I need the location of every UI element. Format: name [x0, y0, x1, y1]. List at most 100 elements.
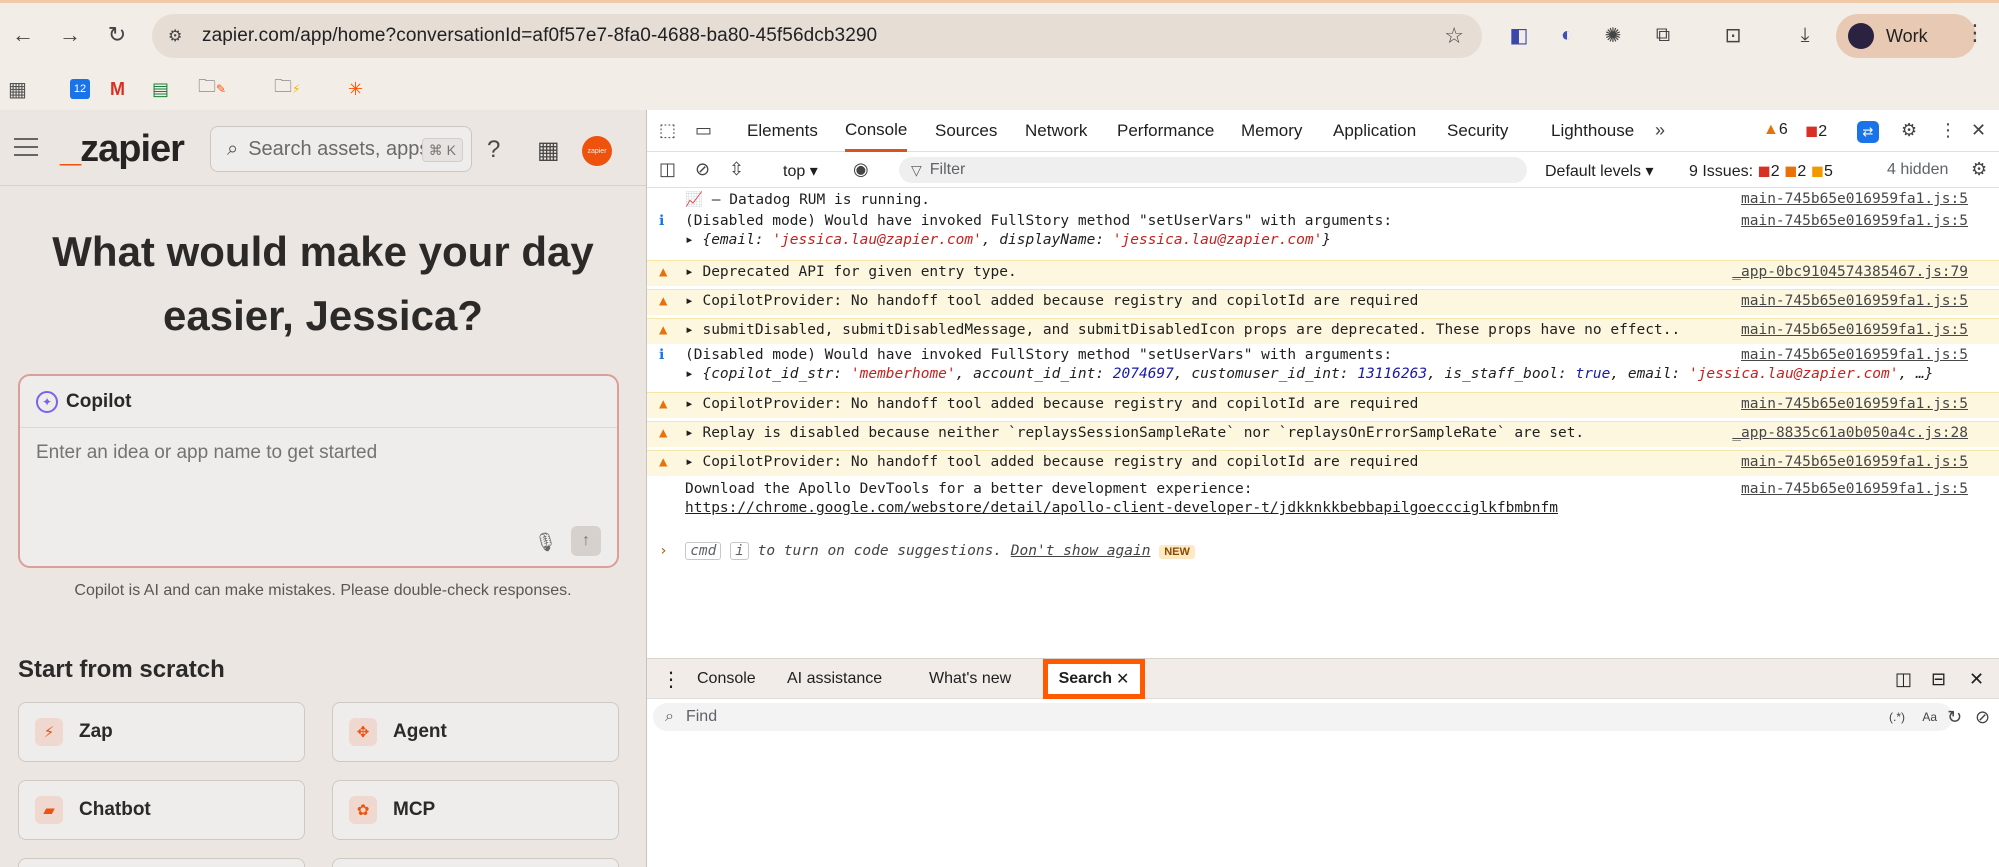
screen-capture-icon[interactable]: ⊡	[1718, 20, 1748, 50]
dock-bottom-icon[interactable]: ⊟	[1931, 659, 1946, 699]
browser-menu-icon[interactable]: ⋮	[1964, 20, 1986, 46]
source-link[interactable]: main-745b65e016959fa1.js:5	[1741, 293, 1968, 309]
apps-grid-icon[interactable]: ▦	[8, 74, 27, 104]
tab-application[interactable]: Application	[1333, 110, 1416, 152]
tab-console[interactable]: Console	[845, 110, 908, 152]
source-link[interactable]: main-745b65e016959fa1.js:5	[1741, 481, 1968, 497]
send-button[interactable]: ↑	[571, 526, 601, 556]
dock-side-icon[interactable]: ◫	[1895, 659, 1912, 699]
bookmark-star-icon[interactable]: ☆	[1444, 23, 1464, 49]
tile-zap[interactable]: ⚡ Zap	[18, 702, 305, 762]
dont-show-again-link[interactable]: Don't show again	[1011, 543, 1151, 559]
console-warning-row[interactable]: ▲ ▸ submitDisabled, submitDisabledMessag…	[647, 318, 1999, 344]
source-link[interactable]: main-745b65e016959fa1.js:5	[1741, 322, 1968, 338]
tile-partial[interactable]	[332, 858, 619, 867]
clear-console-icon[interactable]: ⊘	[695, 159, 710, 180]
source-link[interactable]: main-745b65e016959fa1.js:5	[1741, 396, 1968, 412]
url-text[interactable]: zapier.com/app/home?conversationId=af0f5…	[202, 25, 877, 47]
tab-performance[interactable]: Performance	[1117, 110, 1214, 152]
console-settings-icon[interactable]: ⚙	[1971, 159, 1987, 180]
folder-icon[interactable]: 🗀 ✎	[198, 74, 226, 104]
console-warning-row[interactable]: ▲ ▸ CopilotProvider: No handoff tool add…	[647, 289, 1999, 315]
close-drawer-icon[interactable]: ✕	[1969, 659, 1984, 699]
profile-button[interactable]: Work	[1836, 14, 1976, 58]
console-filter-input[interactable]: ▽ Filter	[899, 157, 1527, 183]
error-count[interactable]: ◼2	[1805, 121, 1827, 141]
drawer-tab-search[interactable]: Search ✕	[1043, 659, 1145, 699]
console-object[interactable]: ▸ {email: 'jessica.lau@zapier.com', disp…	[685, 232, 1331, 248]
warning-count[interactable]: ▲6	[1763, 121, 1788, 139]
tile-agent[interactable]: ✥ Agent	[332, 702, 619, 762]
live-expression-eye-icon[interactable]: ◉	[853, 159, 869, 180]
tab-elements[interactable]: Elements	[747, 110, 818, 152]
download-icon[interactable]: ⤓	[1790, 20, 1820, 50]
copilot-card[interactable]: ✦ Copilot Enter an idea or app name to g…	[18, 374, 619, 568]
group-similar-icon[interactable]: ⇳	[729, 159, 744, 180]
context-selector[interactable]: top ▾	[783, 161, 818, 181]
account-avatar[interactable]: zapier	[582, 136, 612, 166]
tab-network[interactable]: Network	[1025, 110, 1087, 152]
extension-gear-icon[interactable]: ✺	[1598, 20, 1628, 50]
clear-search-icon[interactable]: ⊘	[1975, 707, 1990, 728]
app-grid-plus-icon[interactable]: ▦	[537, 136, 560, 165]
extensions-puzzle-icon[interactable]: ⧉	[1648, 20, 1678, 50]
reload-icon[interactable]: ↻	[102, 20, 132, 50]
source-link[interactable]: main-745b65e016959fa1.js:5	[1741, 191, 1968, 207]
drawer-tab-console[interactable]: Console	[697, 659, 756, 699]
tab-memory[interactable]: Memory	[1241, 110, 1302, 152]
microphone-icon[interactable]: 🎙	[534, 532, 557, 553]
source-link[interactable]: main-745b65e016959fa1.js:5	[1741, 347, 1968, 363]
tab-security[interactable]: Security	[1447, 110, 1508, 152]
help-icon[interactable]: ?	[487, 136, 500, 164]
drawer-menu-icon[interactable]: ⋮	[661, 659, 681, 699]
drawer-tab-ai-assistance[interactable]: AI assistance	[787, 659, 882, 699]
issues-badge[interactable]: ⇄	[1857, 120, 1879, 143]
search-find-input[interactable]: ⌕ Find (.*) Aa	[653, 703, 1953, 731]
copilot-prompt-input[interactable]: Enter an idea or app name to get started	[36, 442, 377, 464]
gmail-icon[interactable]: M	[110, 74, 125, 104]
tab-sources[interactable]: Sources	[935, 110, 997, 152]
site-info-icon[interactable]: ⚙	[168, 26, 188, 46]
calendar-bookmark[interactable]: 12	[70, 74, 90, 104]
console-warning-row[interactable]: ▲ ▸ CopilotProvider: No handoff tool add…	[647, 392, 1999, 418]
folder-zap-icon[interactable]: 🗀 ⚡	[274, 74, 300, 104]
hamburger-menu-icon[interactable]	[14, 138, 38, 156]
back-icon[interactable]: ←	[8, 20, 38, 50]
tile-partial[interactable]	[18, 858, 305, 867]
console-warning-row[interactable]: ▲ ▸ CopilotProvider: No handoff tool add…	[647, 450, 1999, 476]
zapier-logo[interactable]: _zapier	[60, 128, 185, 171]
forward-icon[interactable]: →	[55, 20, 85, 50]
settings-gear-icon[interactable]: ⚙	[1901, 120, 1917, 141]
source-link[interactable]: main-745b65e016959fa1.js:5	[1741, 454, 1968, 470]
search-input[interactable]: ⌕ Search assets, apps ⌘ K	[210, 126, 472, 172]
obj-value: 'memberhome'	[850, 366, 956, 382]
tab-lighthouse[interactable]: Lighthouse	[1551, 110, 1634, 152]
apollo-devtools-link[interactable]: https://chrome.google.com/webstore/detai…	[685, 500, 1558, 516]
source-link[interactable]: main-745b65e016959fa1.js:5	[1741, 213, 1968, 229]
more-tabs-icon[interactable]: »	[1655, 120, 1665, 141]
asterisk-icon[interactable]: ✳	[348, 74, 363, 104]
address-bar[interactable]: ⚙ zapier.com/app/home?conversationId=af0…	[152, 14, 1482, 58]
console-object[interactable]: ▸ {copilot_id_str: 'memberhome', account…	[685, 366, 1933, 382]
source-link[interactable]: _app-0bc9104574385467.js:79	[1732, 264, 1968, 280]
sheets-icon[interactable]: ▤	[152, 74, 169, 104]
extension-icon[interactable]: ◧	[1504, 20, 1534, 50]
tile-mcp[interactable]: ✿ MCP	[332, 780, 619, 840]
issues-counter[interactable]: 9 Issues: ◼2 ◼2 ◼5	[1689, 161, 1833, 181]
device-toolbar-icon[interactable]: ▭	[695, 120, 712, 141]
drawer-tab-whats-new[interactable]: What's new	[929, 659, 1011, 699]
close-tab-icon[interactable]: ✕	[1116, 669, 1129, 689]
console-warning-row[interactable]: ▲ ▸ Replay is disabled because neither `…	[647, 421, 1999, 447]
extension-shield-icon[interactable]: ◐	[1552, 20, 1582, 50]
tile-chatbot[interactable]: ▰ Chatbot	[18, 780, 305, 840]
sidebar-toggle-icon[interactable]: ◫	[659, 159, 676, 180]
source-link[interactable]: _app-8835c61a0b050a4c.js:28	[1732, 425, 1968, 441]
more-options-icon[interactable]: ⋮	[1939, 120, 1957, 141]
console-warning-row[interactable]: ▲ ▸ Deprecated API for given entry type.…	[647, 260, 1999, 286]
log-levels-dropdown[interactable]: Default levels ▾	[1545, 161, 1654, 181]
close-devtools-icon[interactable]: ✕	[1971, 120, 1986, 141]
regex-toggle[interactable]: (.*)	[1889, 710, 1905, 724]
match-case-toggle[interactable]: Aa	[1922, 710, 1937, 724]
refresh-search-icon[interactable]: ↻	[1947, 707, 1962, 728]
inspect-element-icon[interactable]: ⬚	[659, 120, 676, 141]
